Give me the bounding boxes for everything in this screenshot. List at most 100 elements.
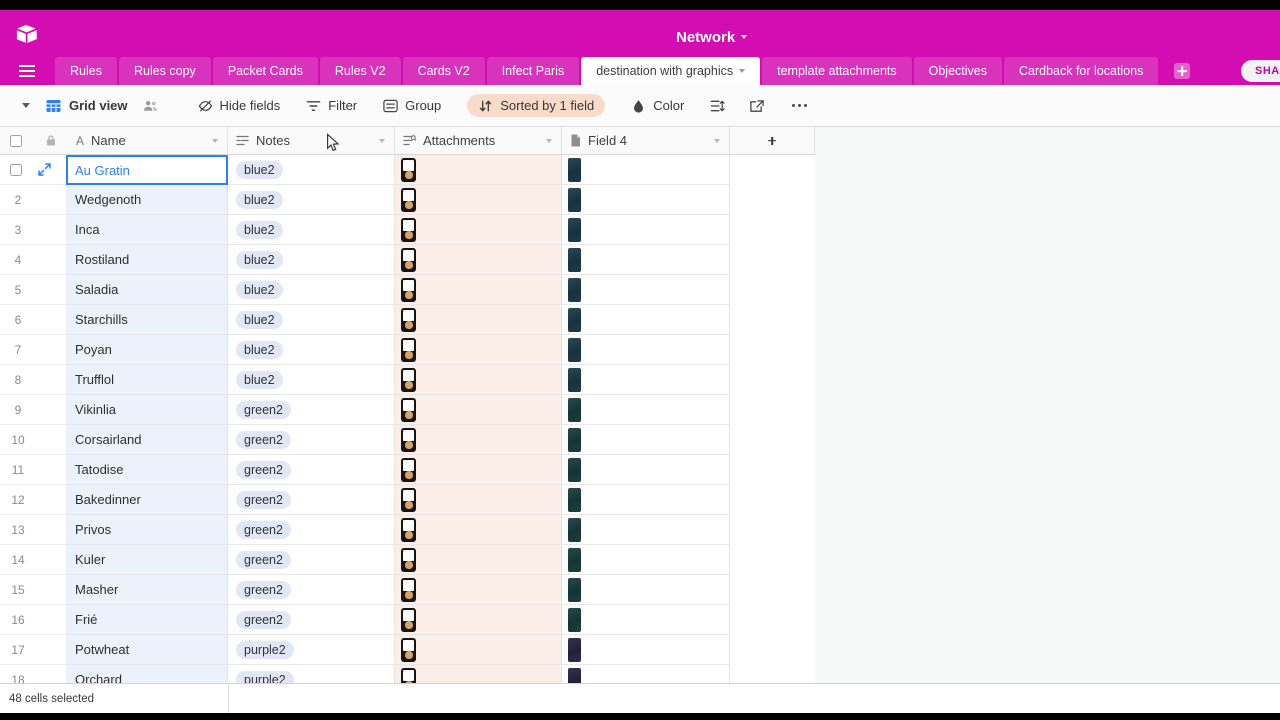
cell-name[interactable]: Kuler — [66, 545, 228, 575]
add-table-button[interactable] — [1174, 63, 1191, 79]
cell-attachments[interactable] — [395, 485, 562, 515]
attachment-thumbnail[interactable] — [401, 607, 416, 632]
attachment-thumbnail[interactable] — [401, 457, 416, 482]
field4-thumbnail[interactable] — [568, 187, 581, 212]
cell-name[interactable]: Privos — [66, 515, 228, 545]
field4-thumbnail[interactable] — [568, 637, 581, 662]
attachment-thumbnail[interactable] — [401, 217, 416, 242]
cell-notes[interactable]: green2 — [228, 485, 395, 515]
cell-notes[interactable]: green2 — [228, 605, 395, 635]
table-tab[interactable]: Rules V2 — [319, 57, 401, 85]
table-tab[interactable]: Packet Cards — [212, 57, 318, 85]
row-number-cell[interactable]: 18 — [0, 665, 66, 684]
cell-attachments[interactable] — [395, 395, 562, 425]
row-number-cell[interactable]: 13 — [0, 515, 66, 545]
expand-record-icon[interactable] — [38, 163, 51, 176]
column-header-field4[interactable]: Field 4 — [562, 127, 730, 154]
cell-attachments[interactable] — [395, 215, 562, 245]
cell-notes[interactable]: purple2 — [228, 665, 395, 683]
cell-field4[interactable] — [562, 245, 730, 275]
cell-notes[interactable]: green2 — [228, 395, 395, 425]
cell-name[interactable]: Orchard — [66, 665, 228, 683]
cell-name[interactable]: Trufflol — [66, 365, 228, 395]
row-number-cell[interactable]: 9 — [0, 395, 66, 425]
collaborators-icon[interactable] — [143, 99, 158, 113]
table-tab[interactable]: Objectives — [913, 57, 1002, 85]
cell-field4[interactable] — [562, 305, 730, 335]
row-number-cell[interactable]: 16 — [0, 605, 66, 635]
attachment-thumbnail[interactable] — [401, 337, 416, 362]
cell-field4[interactable] — [562, 575, 730, 605]
sort-button[interactable]: Sorted by 1 field — [467, 94, 606, 117]
table-tab[interactable]: destination with graphics — [581, 57, 761, 85]
field4-thumbnail[interactable] — [568, 607, 581, 632]
cell-attachments[interactable] — [395, 455, 562, 485]
row-number-cell[interactable]: 3 — [0, 215, 66, 245]
attachment-thumbnail[interactable] — [401, 487, 416, 512]
cell-notes[interactable]: blue2 — [228, 185, 395, 215]
field4-thumbnail[interactable] — [568, 427, 581, 452]
cell-attachments[interactable] — [395, 605, 562, 635]
cell-notes[interactable]: green2 — [228, 515, 395, 545]
cell-field4[interactable] — [562, 635, 730, 665]
column-header-notes[interactable]: Notes — [228, 127, 395, 154]
attachment-thumbnail[interactable] — [401, 307, 416, 332]
field4-thumbnail[interactable] — [568, 337, 581, 362]
row-number-cell[interactable]: 8 — [0, 365, 66, 395]
cell-attachments[interactable] — [395, 665, 562, 683]
cell-notes[interactable]: green2 — [228, 455, 395, 485]
view-switcher[interactable]: Grid view — [46, 98, 128, 113]
cell-field4[interactable] — [562, 665, 730, 683]
cell-notes[interactable]: blue2 — [228, 215, 395, 245]
row-checkbox[interactable] — [10, 163, 22, 176]
column-header-attachments[interactable]: Attachments — [395, 127, 562, 154]
attachment-thumbnail[interactable] — [401, 517, 416, 542]
cell-field4[interactable] — [562, 425, 730, 455]
table-tab[interactable]: Infect Paris — [486, 57, 580, 85]
cell-notes[interactable]: green2 — [228, 425, 395, 455]
cell-field4[interactable] — [562, 485, 730, 515]
row-number-cell[interactable]: 15 — [0, 575, 66, 605]
field4-thumbnail[interactable] — [568, 277, 581, 302]
row-number-cell[interactable]: 11 — [0, 455, 66, 485]
field4-thumbnail[interactable] — [568, 307, 581, 332]
cell-attachments[interactable] — [395, 515, 562, 545]
cell-name[interactable]: Bakedinner — [66, 485, 228, 515]
attachment-thumbnail[interactable] — [401, 367, 416, 392]
cell-field4[interactable] — [562, 215, 730, 245]
hamburger-menu-icon[interactable] — [19, 70, 35, 72]
attachment-thumbnail[interactable] — [401, 427, 416, 452]
cell-notes[interactable]: blue2 — [228, 365, 395, 395]
cell-field4[interactable] — [562, 605, 730, 635]
cell-notes[interactable]: purple2 — [228, 635, 395, 665]
group-button[interactable]: Group — [383, 98, 441, 113]
cell-attachments[interactable] — [395, 575, 562, 605]
cell-field4[interactable] — [562, 275, 730, 305]
select-all-checkbox[interactable] — [10, 134, 22, 147]
cell-field4[interactable] — [562, 395, 730, 425]
cell-attachments[interactable] — [395, 635, 562, 665]
attachment-thumbnail[interactable] — [401, 577, 416, 602]
row-height-icon[interactable] — [710, 99, 725, 113]
cell-attachments[interactable] — [395, 185, 562, 215]
cell-notes[interactable]: blue2 — [228, 275, 395, 305]
field4-thumbnail[interactable] — [568, 247, 581, 272]
cell-attachments[interactable] — [395, 365, 562, 395]
table-tab[interactable]: Cardback for locations — [1003, 57, 1159, 85]
attachment-thumbnail[interactable] — [401, 277, 416, 302]
attachment-thumbnail[interactable] — [401, 247, 416, 272]
row-number-cell[interactable]: 7 — [0, 335, 66, 365]
field4-thumbnail[interactable] — [568, 457, 581, 482]
cell-attachments[interactable] — [395, 155, 562, 185]
cell-notes[interactable]: green2 — [228, 575, 395, 605]
toolbar-overflow-menu-icon[interactable] — [792, 103, 796, 108]
cell-name[interactable]: Au Gratin — [66, 155, 228, 185]
row-number-cell[interactable]: 12 — [0, 485, 66, 515]
cell-attachments[interactable] — [395, 245, 562, 275]
cell-notes[interactable]: blue2 — [228, 245, 395, 275]
cell-notes[interactable]: blue2 — [228, 155, 395, 185]
attachment-thumbnail[interactable] — [401, 547, 416, 572]
row-number-cell[interactable]: 6 — [0, 305, 66, 335]
row-number-cell[interactable]: 17 — [0, 635, 66, 665]
cell-field4[interactable] — [562, 365, 730, 395]
